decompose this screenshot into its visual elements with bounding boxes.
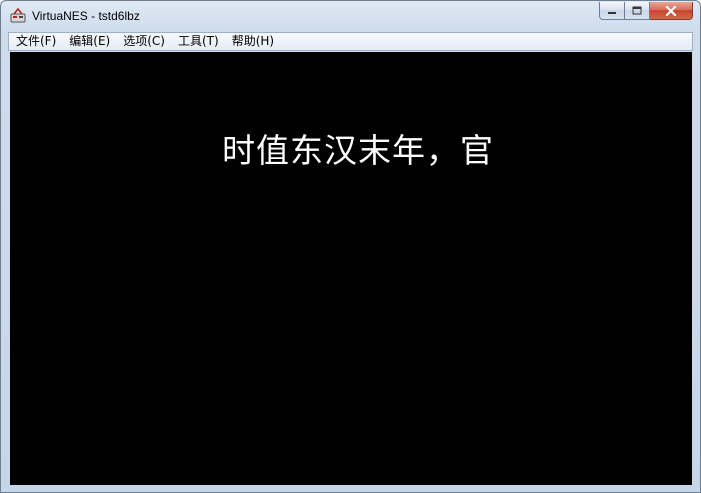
virtuanes-app-icon[interactable] [10, 8, 26, 24]
game-dialogue-text: 时值东汉末年，官 [222, 131, 494, 170]
emulator-screen[interactable]: 时值东汉末年，官 [10, 52, 692, 485]
window-title: VirtuaNES - tstd6lbz [32, 9, 140, 23]
title-bar[interactable]: VirtuaNES - tstd6lbz [1, 1, 700, 31]
menu-tools[interactable]: 工具(T) [171, 33, 225, 50]
close-button[interactable] [650, 2, 693, 20]
menu-help[interactable]: 帮助(H) [225, 33, 280, 50]
maximize-button[interactable] [625, 2, 650, 20]
minimize-button[interactable] [599, 2, 625, 20]
window-bottom-frame [1, 485, 700, 492]
menu-file[interactable]: 文件(F) [9, 33, 62, 50]
minimize-icon [608, 11, 616, 14]
close-icon [665, 5, 677, 16]
maximize-icon [632, 6, 642, 15]
app-window: VirtuaNES - tstd6lbz 文件(F) 编辑(E) 选项(C) 工… [0, 0, 701, 493]
menu-edit[interactable]: 编辑(E) [62, 33, 116, 50]
menu-bar: 文件(F) 编辑(E) 选项(C) 工具(T) 帮助(H) [8, 32, 693, 51]
menu-options[interactable]: 选项(C) [116, 33, 171, 50]
caption-buttons [599, 2, 693, 21]
